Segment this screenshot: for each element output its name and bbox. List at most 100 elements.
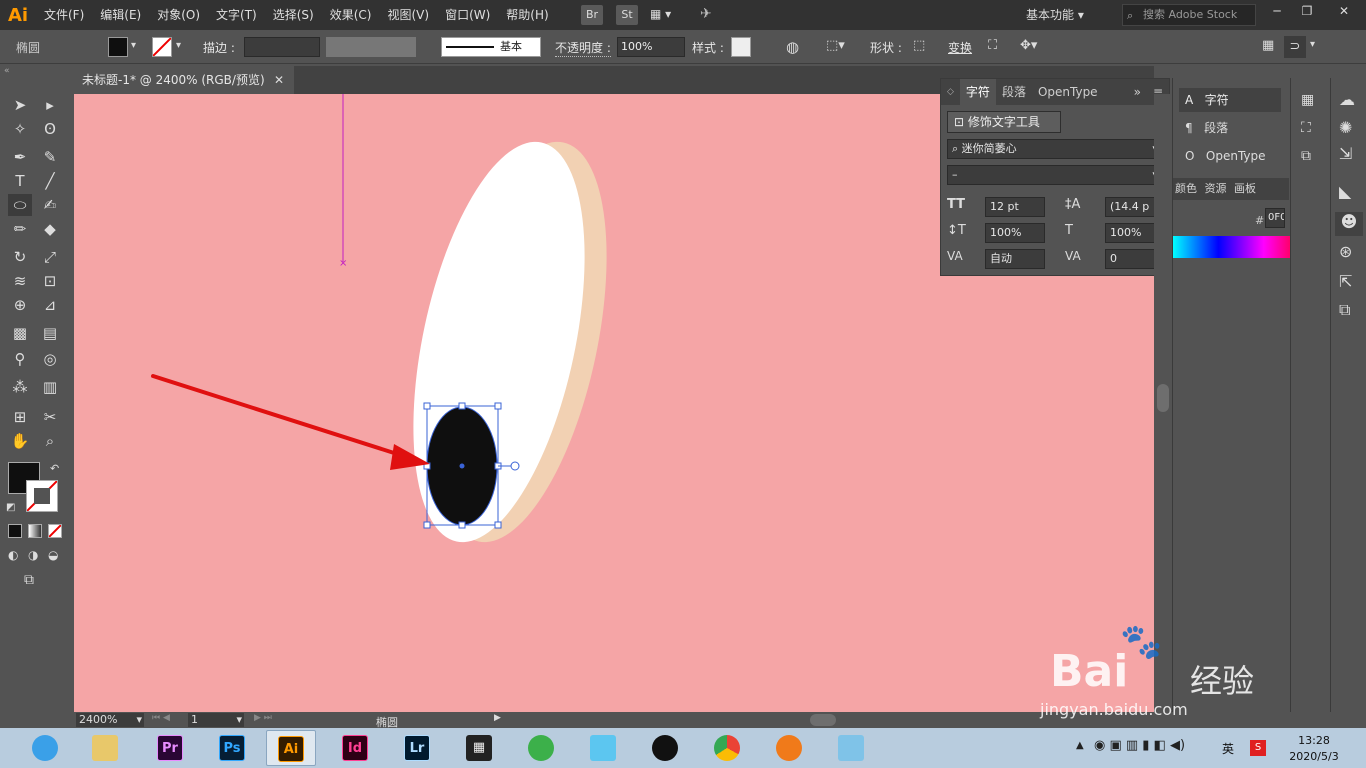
menu-item[interactable]: 效果(C)	[322, 0, 380, 30]
menu-item[interactable]: 视图(V)	[379, 0, 437, 30]
tab-paragraph[interactable]: 段落	[996, 79, 1032, 105]
font-size-field[interactable]: 12 pt	[985, 197, 1045, 217]
isolate-object-icon[interactable]: ⛶	[988, 38, 997, 53]
arrange-documents-icon[interactable]: ▦ ▾	[650, 7, 686, 23]
horizontal-scrollbar-thumb[interactable]	[810, 714, 836, 726]
color-spectrum[interactable]	[1173, 236, 1309, 258]
document-tab[interactable]: 未标题-1* @ 2400% (RGB/预览) ✕	[74, 66, 294, 94]
perspective-grid-tool-icon[interactable]: ⊿	[38, 294, 62, 316]
taskbar-app-chat[interactable]	[578, 730, 628, 766]
asset-export-icon[interactable]: ⇲	[1339, 144, 1352, 163]
opacity-label[interactable]: 不透明度 :	[555, 39, 611, 57]
taskbar-app-umbrella[interactable]	[516, 730, 566, 766]
symbol-sprayer-tool-icon[interactable]: ⁂	[8, 376, 32, 398]
color-guide-icon[interactable]: ⊛	[1339, 242, 1352, 261]
minimize-button[interactable]: ─	[1262, 0, 1292, 22]
font-family-select[interactable]: ⌕ 迷你简萎心▾	[947, 139, 1163, 159]
bridge-button[interactable]: Br	[581, 5, 603, 25]
scrollbar-thumb[interactable]	[1157, 384, 1169, 412]
collapse-icon[interactable]: ◇	[941, 79, 960, 105]
export-icon[interactable]: ⇱	[1339, 272, 1352, 291]
dock-item-character[interactable]: A 字符	[1179, 88, 1281, 112]
paintbrush-tool-icon[interactable]: ✍	[38, 194, 62, 216]
tab-color[interactable]: 颜色	[1173, 182, 1199, 195]
taskbar-photoshop[interactable]: Ps	[207, 730, 257, 766]
swap-colors-icon[interactable]: ↶	[50, 462, 59, 475]
recolor-artwork-icon[interactable]: ◍	[786, 38, 799, 56]
symbols-icon[interactable]: ⛶	[1301, 120, 1311, 136]
tray-expand-icon[interactable]: ▲	[1076, 740, 1084, 751]
taskbar-app-notes[interactable]	[826, 730, 876, 766]
line-segment-tool-icon[interactable]: ╱	[38, 170, 62, 192]
system-clock[interactable]: 13:28 2020/5/3	[1282, 730, 1346, 766]
menu-item[interactable]: 对象(O)	[149, 0, 208, 30]
layers-icon[interactable]: ⧉	[1301, 148, 1311, 164]
status-menu-icon[interactable]: ▶	[494, 713, 501, 723]
shape-properties-icon[interactable]: ⬚	[913, 38, 925, 53]
dock-item-paragraph[interactable]: ¶ 段落	[1185, 120, 1228, 136]
selection-tool-icon[interactable]: ➤	[8, 94, 32, 116]
close-tab-icon[interactable]: ✕	[274, 66, 284, 94]
hand-tool-icon[interactable]: ✋	[8, 430, 32, 452]
stroke-weight-field[interactable]	[244, 37, 320, 57]
touch-type-tool-button[interactable]: ⊡ 修饰文字工具	[947, 111, 1061, 133]
tab-opentype[interactable]: OpenType	[1032, 79, 1104, 105]
width-tool-icon[interactable]: ≋	[8, 270, 32, 292]
taskbar-file-explorer[interactable]	[80, 730, 130, 766]
brush-definition-select[interactable]: 基本	[441, 37, 541, 57]
free-transform-tool-icon[interactable]: ⊡	[38, 270, 62, 292]
chevron-down-icon[interactable]: ▾	[131, 40, 136, 51]
none-mode-icon[interactable]	[48, 524, 62, 538]
taskbar-chrome[interactable]	[702, 730, 752, 766]
chevron-down-icon[interactable]: ▾	[1310, 39, 1315, 50]
stroke-color-box[interactable]	[26, 480, 58, 512]
taskbar-illustrator[interactable]: Ai	[266, 730, 316, 766]
menu-item[interactable]: 文字(T)	[208, 0, 265, 30]
column-graph-tool-icon[interactable]: ▥	[38, 376, 62, 398]
taskbar-indesign[interactable]: Id	[330, 730, 380, 766]
menu-item[interactable]: 帮助(H)	[498, 0, 556, 30]
color-panel-icon[interactable]: ☻	[1335, 212, 1363, 236]
align-to-selection-icon[interactable]: ⬚▾	[826, 38, 845, 53]
tab-artboards[interactable]: 画板	[1232, 182, 1258, 195]
default-colors-icon[interactable]: ◩	[6, 502, 15, 513]
workspace-switcher[interactable]: 基本功能 ▾	[1026, 4, 1114, 26]
variable-width-profile[interactable]	[326, 37, 416, 57]
change-screen-mode-icon[interactable]: ⧉	[24, 572, 34, 588]
artboard-select[interactable]: 1 ▾	[188, 713, 244, 727]
panel-menu-icon[interactable]: ⊃	[1284, 36, 1306, 58]
creative-cloud-icon[interactable]: ☁	[1339, 90, 1355, 109]
menu-item[interactable]: 编辑(E)	[92, 0, 149, 30]
artboard-tool-icon[interactable]: ⊞	[8, 406, 32, 428]
gradient-panel-icon[interactable]: ◣	[1339, 182, 1351, 201]
eraser-tool-icon[interactable]: ◆	[38, 218, 62, 240]
arrange-panels-icon[interactable]: ▦	[1262, 38, 1274, 53]
draw-normal-icon[interactable]: ◐	[8, 548, 18, 562]
transform-link[interactable]: 变换	[948, 39, 972, 56]
shape-builder-tool-icon[interactable]: ⊕	[8, 294, 32, 316]
start-button[interactable]	[20, 730, 70, 766]
gradient-tool-icon[interactable]: ▤	[38, 322, 62, 344]
stock-button[interactable]: St	[616, 5, 638, 25]
hex-field[interactable]: 0F0F0F	[1265, 208, 1285, 228]
type-tool-icon[interactable]: T	[8, 170, 32, 192]
collapse-panel-icon[interactable]: «	[4, 66, 10, 76]
opacity-field[interactable]: 100%	[617, 37, 685, 57]
slice-tool-icon[interactable]: ✂	[38, 406, 62, 428]
sogou-ime-icon[interactable]: S	[1250, 740, 1266, 756]
tab-character[interactable]: 字符	[959, 79, 996, 105]
ellipse-tool-icon[interactable]: ⬭	[8, 194, 32, 216]
artboard-nav-icons[interactable]: ⏮ ◀	[152, 713, 170, 723]
vertical-scale-field[interactable]: 100%	[985, 223, 1045, 243]
restore-button[interactable]: ❐	[1292, 0, 1322, 22]
taskbar-lightroom[interactable]: Lr	[392, 730, 442, 766]
taskbar-video-editor[interactable]: ▦	[454, 730, 504, 766]
vertical-scrollbar[interactable]	[1154, 94, 1172, 712]
fill-swatch[interactable]	[108, 37, 128, 57]
dock-item-opentype[interactable]: O OpenType	[1185, 148, 1266, 164]
eyedropper-tool-icon[interactable]: ⚲	[8, 348, 32, 370]
lasso-tool-icon[interactable]: ʘ	[38, 118, 62, 140]
scale-tool-icon[interactable]: ⤢	[38, 246, 62, 268]
input-language[interactable]: 英	[1222, 740, 1234, 757]
panel-expand-icon[interactable]: »	[1128, 79, 1147, 105]
